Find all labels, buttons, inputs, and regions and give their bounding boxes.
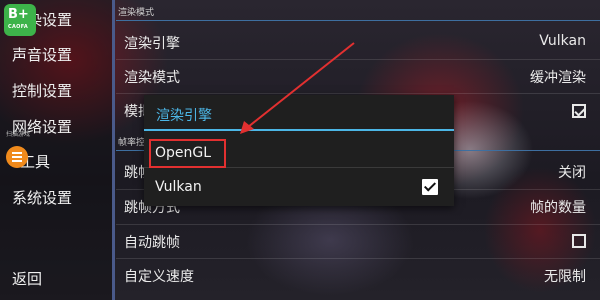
render-engine-label[interactable]: 渲染引擎 [124,33,180,53]
vulkan-checkbox[interactable] [422,179,438,195]
sidebar-item-system[interactable]: 系统设置 [12,187,72,208]
render-mode-value: 缓冲渲染 [530,70,586,86]
floating-menu-label: 扫描游戏 [6,131,31,138]
app-logo: B+ CAOFA [4,4,36,36]
floating-menu-icon[interactable] [6,146,28,168]
row-divider [116,59,600,60]
section-line [116,20,600,21]
option-vulkan[interactable]: Vulkan [155,179,202,195]
sidebar-item-control[interactable]: 控制设置 [12,80,72,101]
frame-skip-value: 关闭 [558,165,586,181]
custom-speed-label[interactable]: 自定义速度 [124,266,194,286]
app-logo-text: B+ [8,7,29,22]
sidebar-item-sound[interactable]: 声音设置 [12,44,72,65]
app-logo-subtext: CAOFA [8,24,29,30]
auto-frame-skip-label[interactable]: 自动跳帧 [124,232,180,252]
row-divider [116,258,600,259]
sidebar-divider [112,0,115,300]
custom-speed-value: 无限制 [544,269,586,285]
row-divider [116,93,600,94]
section-header-frame-rate: 帧率控 [118,138,146,148]
frame-skip-mode-value: 帧的数量 [530,200,586,216]
dialog-title: 渲染引擎 [156,108,212,124]
emulation-checkbox[interactable] [572,104,586,118]
opengl-highlight-box [149,139,226,168]
render-mode-label[interactable]: 渲染模式 [124,67,180,87]
auto-frame-skip-checkbox[interactable] [572,234,586,248]
back-button[interactable]: 返回 [12,268,42,289]
render-engine-value: Vulkan [539,33,586,49]
dialog-title-line [144,129,454,131]
row-divider [116,224,600,225]
section-header-render-mode: 渲染模式 [118,8,155,18]
